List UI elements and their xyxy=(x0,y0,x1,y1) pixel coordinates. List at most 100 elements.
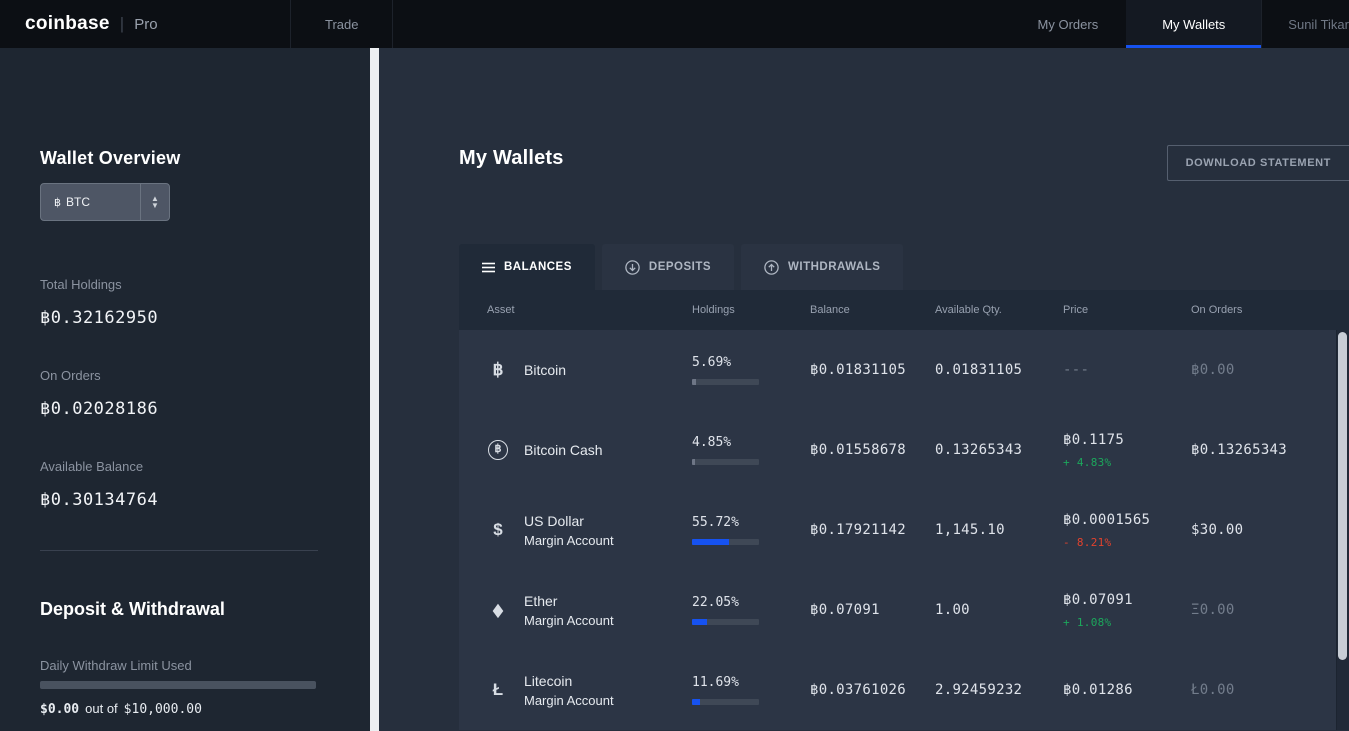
asset-name: US Dollar xyxy=(524,512,584,529)
tab-balances[interactable]: BALANCES xyxy=(459,244,595,290)
list-icon xyxy=(482,262,495,273)
coinbase-logo[interactable]: coinbase | Pro xyxy=(0,0,290,48)
limit-total-amount: $10,000.00 xyxy=(123,702,202,717)
holdings-bar-fill xyxy=(692,459,696,465)
wallet-stats: Total Holdings ฿0.32162950 On Orders ฿0.… xyxy=(40,277,330,510)
bitcoin-cash-icon: ฿ xyxy=(488,440,508,460)
asset-subtitle: Margin Account xyxy=(524,612,614,628)
tab-label: BALANCES xyxy=(504,261,572,273)
holdings-bar-fill xyxy=(692,619,707,625)
withdraw-limit-label: Daily Withdraw Limit Used xyxy=(40,658,192,673)
available-qty-value: 1.00 xyxy=(935,602,970,618)
on-orders-value: ฿0.00 xyxy=(1191,362,1235,378)
currency-select[interactable]: ฿ BTC ▲ ▼ xyxy=(40,183,170,221)
balance-value: ฿0.01558678 xyxy=(810,442,907,458)
available-qty-value: 0.01831105 xyxy=(935,362,1023,378)
wallet-tabs: BALANCES DEPOSITS WITHDRAWALS xyxy=(459,244,1349,290)
holdings-bar xyxy=(692,379,759,385)
price-value: --- xyxy=(1063,362,1090,378)
asset-name: Ether xyxy=(524,592,558,609)
holdings-percent: 11.69% xyxy=(692,675,739,690)
stat-label: Available Balance xyxy=(40,459,144,474)
tab-withdrawals[interactable]: WITHDRAWALS xyxy=(741,244,904,290)
asset-subtitle: Margin Account xyxy=(524,532,614,548)
limit-used-amount: $0.00 xyxy=(40,702,80,717)
deposit-icon xyxy=(625,259,640,275)
sidebar-divider xyxy=(40,550,318,551)
nav-trade[interactable]: Trade xyxy=(290,0,394,48)
price-value: ฿0.1175 xyxy=(1063,431,1125,448)
asset-name: Bitcoin Cash xyxy=(524,442,603,458)
stat-total-holdings: Total Holdings ฿0.32162950 xyxy=(40,277,330,328)
available-qty-value: 1,145.10 xyxy=(935,522,1005,538)
holdings-bar xyxy=(692,699,759,705)
table-row[interactable]: ฿ Bitcoin 5.69% ฿0.01831105 0.01831105 -… xyxy=(459,330,1349,410)
stat-available-balance: Available Balance ฿0.30134764 xyxy=(40,459,330,510)
nav-my-wallets[interactable]: My Wallets xyxy=(1126,0,1262,48)
nav-my-orders[interactable]: My Orders xyxy=(1010,0,1127,48)
price-value: ฿0.0001565 xyxy=(1063,511,1151,528)
holdings-percent: 55.72% xyxy=(692,515,739,530)
table-row[interactable]: ◆ Ether Margin Account 22.05% ฿0.07091 1… xyxy=(459,570,1349,650)
currency-selected-value: ฿ BTC xyxy=(41,184,140,220)
litecoin-icon: Ł xyxy=(492,680,504,699)
ether-icon: ◆ xyxy=(493,599,503,620)
asset-name: Litecoin xyxy=(524,672,573,689)
bitcoin-icon: ฿ xyxy=(492,360,504,379)
asset-name: Bitcoin xyxy=(524,362,567,378)
holdings-bar xyxy=(692,539,759,545)
logo-divider: | xyxy=(119,14,125,33)
nav-user-menu[interactable]: Sunil Tikar xyxy=(1261,0,1349,48)
wallet-overview-title: Wallet Overview xyxy=(40,148,181,168)
col-asset: Asset xyxy=(487,304,515,316)
stat-value: ฿0.02028186 xyxy=(40,399,159,419)
available-qty-value: 2.92459232 xyxy=(935,682,1023,698)
balance-value: ฿0.01831105 xyxy=(810,362,907,378)
col-available-qty: Available Qty. xyxy=(935,304,1002,316)
currency-code: BTC xyxy=(66,195,90,209)
holdings-bar-fill xyxy=(692,699,700,705)
holdings-bar-fill xyxy=(692,539,730,545)
nav-right-group: My Orders My Wallets Sunil Tikar xyxy=(1010,0,1349,48)
holdings-percent: 4.85% xyxy=(692,435,732,450)
price-value: ฿0.07091 xyxy=(1063,591,1133,608)
table-scrollbar-thumb[interactable] xyxy=(1338,332,1347,660)
stat-label: Total Holdings xyxy=(40,277,122,292)
withdraw-limit-progressbar xyxy=(40,681,316,689)
tab-deposits[interactable]: DEPOSITS xyxy=(601,244,735,290)
page-layout: Wallet Overview ฿ BTC ▲ ▼ Total Holdings … xyxy=(0,48,1349,731)
chevron-up-down-icon[interactable]: ▲ ▼ xyxy=(140,184,169,220)
holdings-bar-fill xyxy=(692,379,696,385)
price-change: + 4.83% xyxy=(1063,455,1112,469)
on-orders-value: Ł0.00 xyxy=(1191,682,1235,698)
stat-label: On Orders xyxy=(40,368,101,383)
logo-wordmark: coinbase xyxy=(25,13,110,34)
tab-label: WITHDRAWALS xyxy=(788,261,881,273)
logo-pro-label: Pro xyxy=(134,15,158,33)
download-statement-button[interactable]: DOWNLOAD STATEMENT xyxy=(1166,145,1349,181)
top-nav: coinbase | Pro Trade My Orders My Wallet… xyxy=(0,0,1349,48)
table-header: Asset Holdings Balance Available Qty. Pr… xyxy=(459,290,1349,330)
holdings-percent: 22.05% xyxy=(692,595,739,610)
stat-on-orders: On Orders ฿0.02028186 xyxy=(40,368,330,419)
table-row[interactable]: $ US Dollar Margin Account 55.72% ฿0.179… xyxy=(459,490,1349,570)
us-dollar-icon: $ xyxy=(493,520,503,539)
tab-label: DEPOSITS xyxy=(648,261,712,273)
withdrawal-icon xyxy=(764,259,779,275)
holdings-bar xyxy=(692,459,759,465)
on-orders-value: ฿0.13265343 xyxy=(1191,442,1288,458)
asset-subtitle: Margin Account xyxy=(524,692,614,708)
stat-value: ฿0.30134764 xyxy=(40,490,159,510)
table-body: ฿ Bitcoin 5.69% ฿0.01831105 0.01831105 -… xyxy=(459,330,1349,730)
deposit-withdrawal-title: Deposit & Withdrawal xyxy=(40,599,225,619)
stat-value: ฿0.32162950 xyxy=(40,308,159,328)
table-row[interactable]: ฿ Bitcoin Cash 4.85% ฿0.01558678 0.13265… xyxy=(459,410,1349,490)
col-balance: Balance xyxy=(810,304,850,316)
col-on-orders: On Orders xyxy=(1191,304,1243,316)
available-qty-value: 0.13265343 xyxy=(935,442,1023,458)
table-scrollbar-track[interactable] xyxy=(1336,330,1349,730)
table-row[interactable]: Ł Litecoin Margin Account 11.69% ฿0.0376… xyxy=(459,650,1349,730)
balance-value: ฿0.17921142 xyxy=(810,522,907,538)
sidebar-scrollbar[interactable] xyxy=(370,48,379,731)
